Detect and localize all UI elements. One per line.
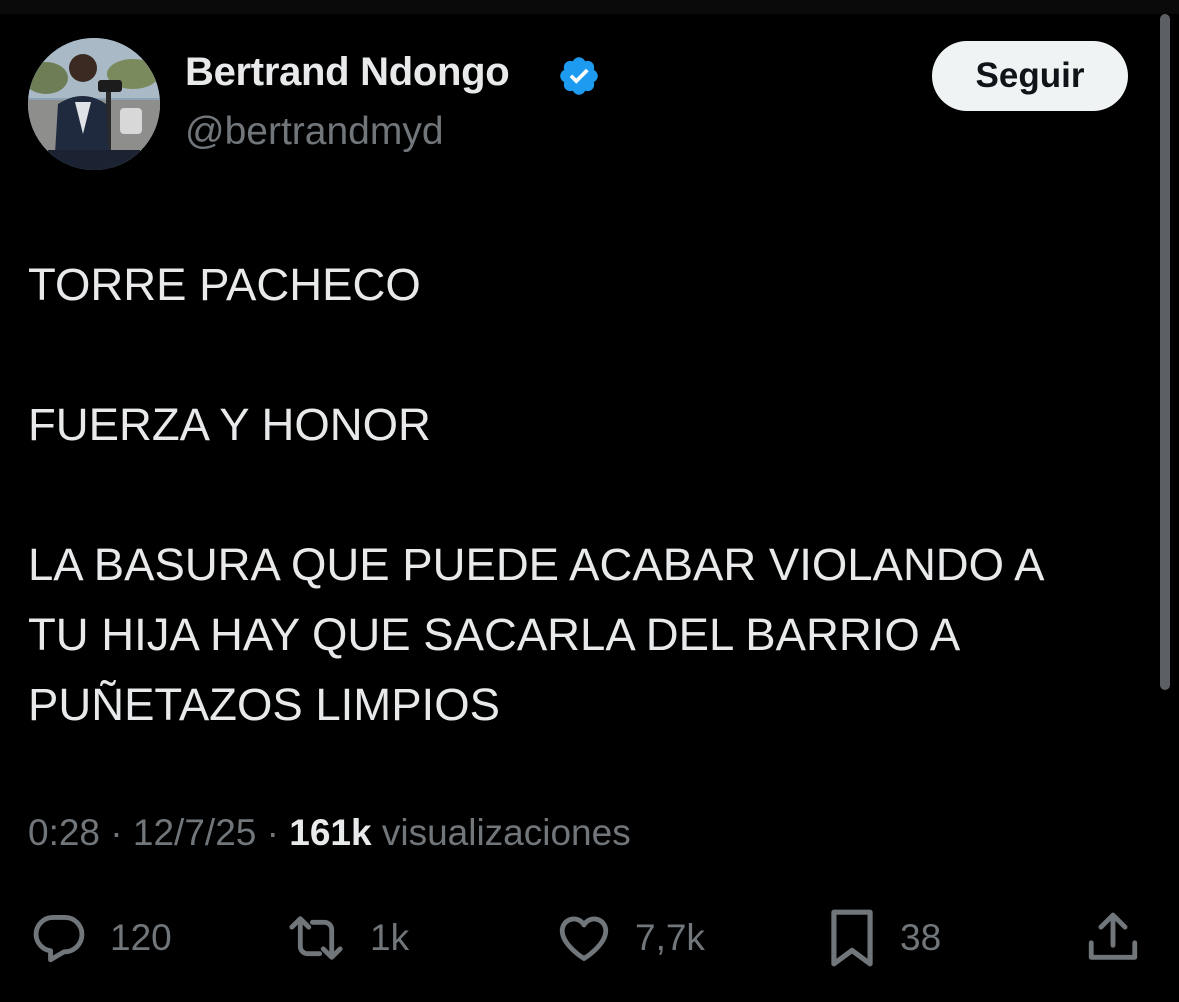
like-button[interactable]: 7,7k	[555, 908, 705, 968]
tweet-meta: 0:28 · 12/7/25 · 161k visualizaciones	[28, 812, 631, 854]
avatar-photo	[28, 38, 160, 170]
views-count: 161k	[289, 812, 372, 853]
display-name[interactable]: Bertrand Ndongo	[185, 50, 510, 95]
retweet-count: 1k	[370, 917, 410, 958]
bookmark-icon	[831, 909, 873, 967]
tweet-paragraph: LA BASURA QUE PUEDE ACABAR VIOLANDO A TU…	[28, 530, 1138, 740]
views-label: visualizaciones	[381, 812, 631, 853]
meta-separator: ·	[266, 812, 279, 853]
tweet-paragraph: TORRE PACHECO	[28, 259, 421, 310]
reply-icon	[33, 915, 85, 963]
verified-badge-icon	[560, 57, 598, 95]
tweet-time[interactable]: 0:28	[28, 812, 100, 853]
scrollbar[interactable]	[1160, 14, 1170, 690]
avatar[interactable]	[28, 38, 160, 170]
share-button[interactable]	[1084, 908, 1142, 968]
retweet-button[interactable]: 1k	[284, 908, 409, 968]
tweet-paragraph: FUERZA Y HONOR	[28, 399, 431, 450]
heart-icon	[559, 916, 609, 961]
user-handle[interactable]: @bertrandmyd	[185, 110, 444, 154]
tweet-line: LA BASURA QUE PUEDE ACABAR VIOLANDO A	[28, 539, 1045, 590]
retweet-icon	[289, 916, 343, 960]
tweet-text: TORRE PACHECO FUERZA Y HONOR LA BASURA Q…	[28, 250, 1138, 740]
bookmark-button[interactable]: 38	[826, 908, 941, 968]
status-strip	[0, 0, 1179, 14]
tweet-line: PUÑETAZOS LIMPIOS	[28, 679, 500, 730]
reply-count: 120	[110, 917, 172, 958]
follow-button[interactable]: Seguir	[932, 41, 1128, 111]
tweet-line: TU HIJA HAY QUE SACARLA DEL BARRIO A	[28, 609, 961, 660]
reply-button[interactable]: 120	[30, 908, 172, 968]
tweet-date[interactable]: 12/7/25	[133, 812, 256, 853]
bookmark-count: 38	[900, 917, 942, 958]
share-icon	[1088, 912, 1138, 960]
meta-separator: ·	[110, 812, 123, 853]
like-count: 7,7k	[635, 917, 705, 958]
